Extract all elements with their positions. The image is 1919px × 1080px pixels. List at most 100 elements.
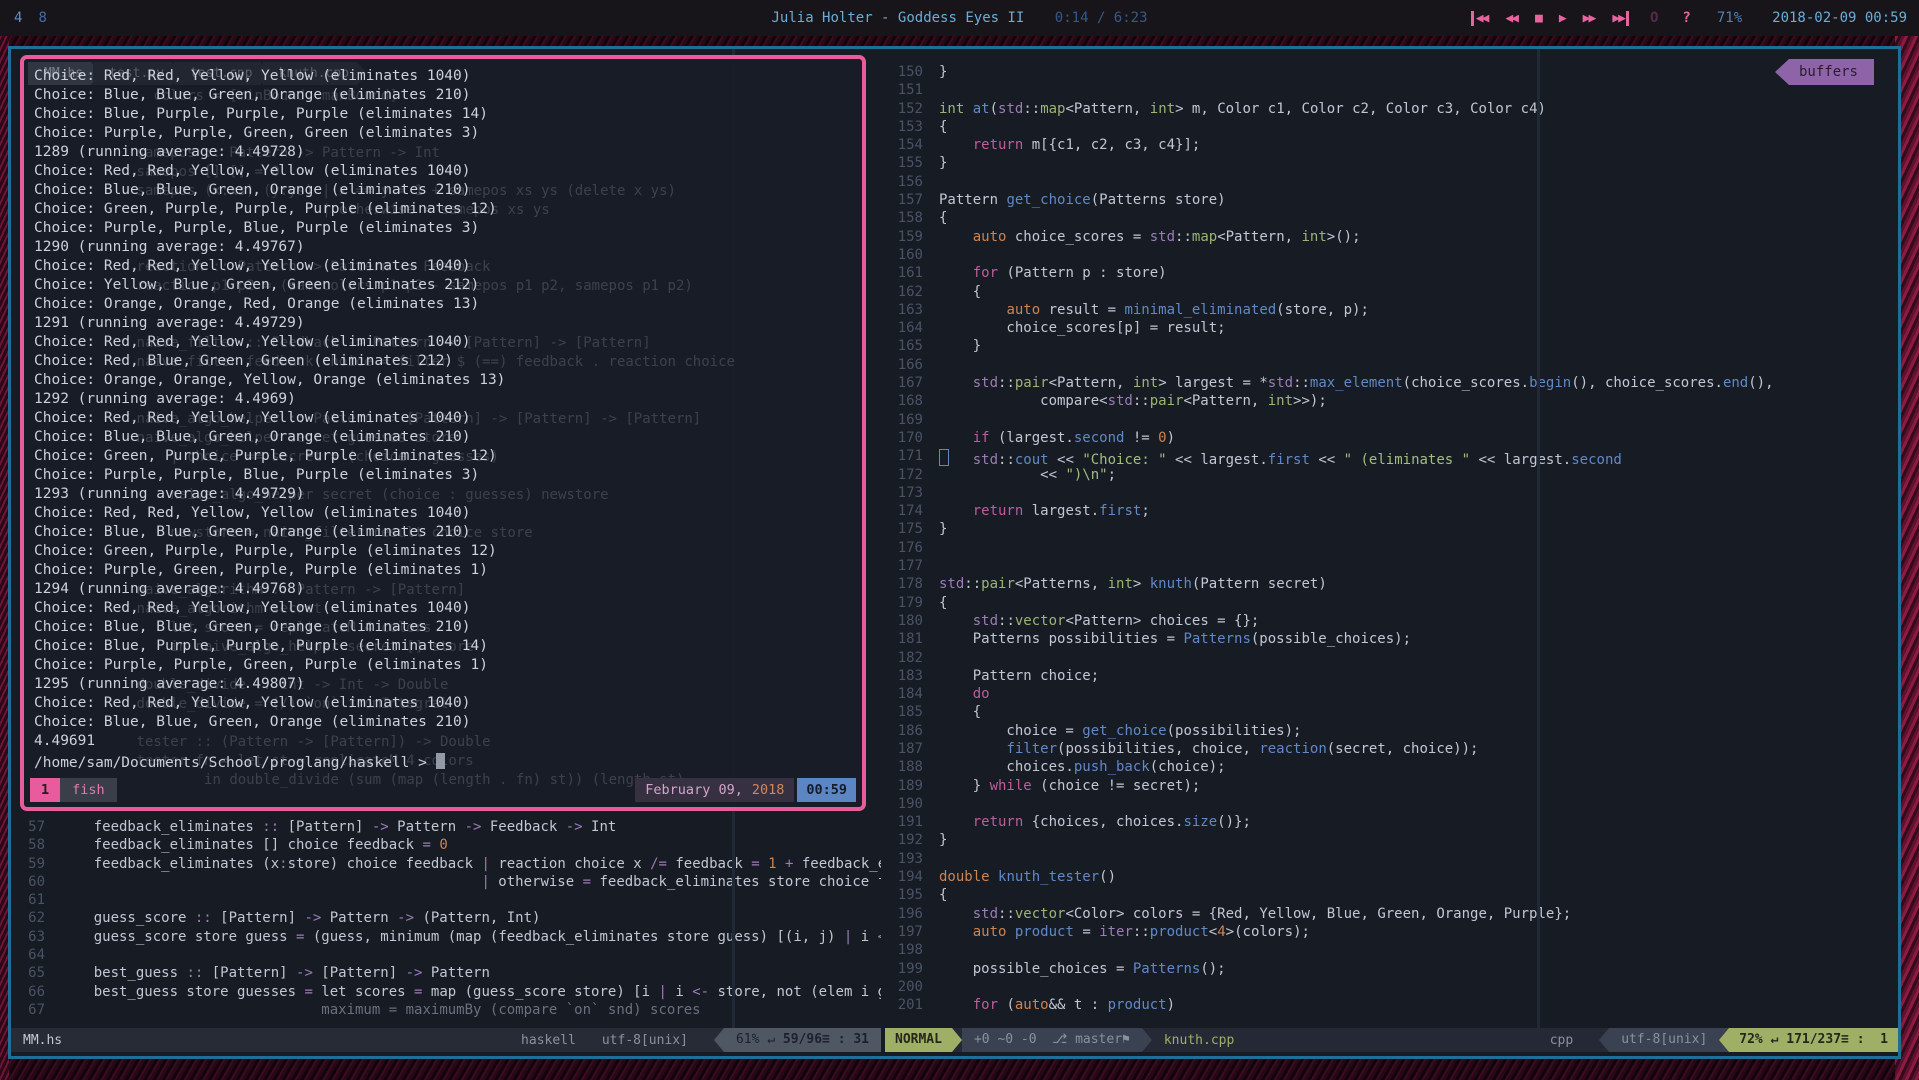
- vim-cursor: [939, 449, 949, 466]
- code-line-173: 173: [885, 484, 1898, 502]
- statusline-knuth-cpp: NORMAL +0 ~0 -0 ⎇ master⚑ knuth.cpp cpp …: [885, 1028, 1898, 1052]
- code-line-187: 187 filter(possibilities, choice, reacti…: [885, 740, 1898, 758]
- line-number: 181: [885, 630, 923, 648]
- terminal-line: Choice: Purple, Purple, Green, Purple (e…: [34, 656, 858, 675]
- line-number: 195: [885, 886, 923, 904]
- code-line-156: 156: [885, 173, 1898, 191]
- line-number: 166: [885, 356, 923, 374]
- workspace-8[interactable]: 8: [38, 10, 46, 26]
- line-number: 161: [885, 264, 923, 282]
- media-next-button[interactable]: ▶▶: [1612, 11, 1629, 26]
- code-line-191: 191 return {choices, choices.size()};: [885, 813, 1898, 831]
- statusline-encoding: utf-8[unix]: [1609, 1028, 1719, 1052]
- shell-prompt[interactable]: /home/sam/Documents/School/proglang/hask…: [34, 751, 858, 770]
- git-status: +0 ~0 -0 ⎇ master⚑: [962, 1028, 1142, 1052]
- line-number: 62: [11, 909, 45, 927]
- line-number: 193: [885, 850, 923, 868]
- code-line-154: 154 return m[{c1, c2, c3, c4}];: [885, 136, 1898, 154]
- workspace-4[interactable]: 4: [14, 10, 22, 26]
- repeat-indicator[interactable]: O: [1650, 10, 1658, 26]
- code-line-178: 178std::pair<Patterns, int> knuth(Patter…: [885, 575, 1898, 593]
- statusline-filetype: cpp: [1550, 1033, 1573, 1048]
- line-number: 165: [885, 337, 923, 355]
- code-line-199: 199 possible_choices = Patterns();: [885, 960, 1898, 978]
- code-line-182: 182: [885, 649, 1898, 667]
- terminal-window[interactable]: MM.hstest.pytest.cppknuth.cpp colors = […: [20, 55, 866, 811]
- terminal-line: Choice: Blue, Blue, Green, Orange (elimi…: [34, 618, 858, 637]
- line-number: 198: [885, 941, 923, 959]
- line-number: 191: [885, 813, 923, 831]
- line-number: 176: [885, 539, 923, 557]
- tmux-window-name[interactable]: fish: [60, 778, 117, 802]
- code-line-162: 162 {: [885, 283, 1898, 301]
- random-indicator[interactable]: ?: [1682, 10, 1690, 26]
- terminal-line: 1292 (running average: 4.4969): [34, 390, 858, 409]
- code-line-181: 181 Patterns possibilities = Patterns(po…: [885, 630, 1898, 648]
- code-line-150: 150}: [885, 63, 1898, 81]
- terminal-line: 1289 (running average: 4.49728): [34, 143, 858, 162]
- line-number: 159: [885, 228, 923, 246]
- line-number: 175: [885, 520, 923, 538]
- media-prev-button[interactable]: ◀◀: [1471, 11, 1488, 26]
- terminal-line: Choice: Blue, Blue, Green, Orange (elimi…: [34, 713, 858, 732]
- code-line-61: 61: [11, 891, 881, 909]
- line-number: 154: [885, 136, 923, 154]
- code-line-170: 170 if (largest.second != 0): [885, 429, 1898, 447]
- terminal-line: Choice: Blue, Blue, Green, Orange (elimi…: [34, 428, 858, 447]
- tmux-status-bar: 1 fish February 09, 2018 00:59: [30, 778, 856, 802]
- code-line-175: 175}: [885, 520, 1898, 538]
- line-number: 189: [885, 777, 923, 795]
- code-line-153: 153{: [885, 118, 1898, 136]
- line-number: 163: [885, 301, 923, 319]
- line-number: 60: [11, 873, 45, 891]
- media-forward-button[interactable]: ▶▶: [1583, 11, 1595, 26]
- pane-knuth-cpp[interactable]: 150}151152int at(std::map<Pattern, int> …: [885, 49, 1898, 1028]
- media-stop-button[interactable]: ■: [1535, 11, 1541, 26]
- terminal-line: Choice: Blue, Blue, Green, Orange (elimi…: [34, 86, 858, 105]
- terminal-line: Choice: Green, Purple, Purple, Purple (e…: [34, 542, 858, 561]
- statusline-filetype: haskell: [521, 1033, 576, 1048]
- line-number: 164: [885, 319, 923, 337]
- line-number: 156: [885, 173, 923, 191]
- code-line-192: 192}: [885, 831, 1898, 849]
- color-column: [1537, 49, 1540, 1028]
- line-number: 61: [11, 891, 45, 909]
- git-branch-icon: ⎇: [1052, 1032, 1067, 1047]
- code-line-161: 161 for (Pattern p : store): [885, 264, 1898, 282]
- terminal-line: Choice: Red, Red, Yellow, Yellow (elimin…: [34, 694, 858, 713]
- tmux-clock: 00:59: [797, 778, 856, 802]
- clock-datetime: 2018-02-09 00:59: [1772, 10, 1907, 26]
- line-number: 197: [885, 923, 923, 941]
- line-number: 185: [885, 703, 923, 721]
- line-number: 153: [885, 118, 923, 136]
- line-number: 179: [885, 594, 923, 612]
- terminal-line: Choice: Purple, Purple, Green, Green (el…: [34, 124, 858, 143]
- code-line-58: 58 feedback_eliminates [] choice feedbac…: [11, 836, 881, 854]
- line-number: 184: [885, 685, 923, 703]
- code-line-176: 176: [885, 539, 1898, 557]
- line-number: 188: [885, 758, 923, 776]
- line-number: 182: [885, 649, 923, 667]
- workspace-list: 48: [0, 10, 47, 26]
- code-line-200: 200: [885, 978, 1898, 996]
- line-number: 63: [11, 928, 45, 946]
- tmux-window-index[interactable]: 1: [30, 778, 60, 802]
- line-number: 192: [885, 831, 923, 849]
- code-line-65: 65 best_guess :: [Pattern] -> [Pattern] …: [11, 964, 881, 982]
- line-number: 151: [885, 81, 923, 99]
- line-number: 155: [885, 154, 923, 172]
- line-number: 57: [11, 818, 45, 836]
- code-line-57: 57 feedback_eliminates :: [Pattern] -> P…: [11, 818, 881, 836]
- code-line-158: 158{: [885, 209, 1898, 227]
- line-number: 201: [885, 996, 923, 1014]
- line-number: 66: [11, 983, 45, 1001]
- line-number: 170: [885, 429, 923, 447]
- terminal-line: Choice: Purple, Purple, Blue, Purple (el…: [34, 466, 858, 485]
- media-play-button[interactable]: ▶: [1559, 11, 1565, 26]
- line-number: 180: [885, 612, 923, 630]
- media-rewind-button[interactable]: ◀◀: [1505, 11, 1517, 26]
- line-number: 199: [885, 960, 923, 978]
- code-line-168: 168 compare<std::pair<Pattern, int>>);: [885, 392, 1898, 410]
- code-line-197: 197 auto product = iter::product<4>(colo…: [885, 923, 1898, 941]
- code-line-198: 198: [885, 941, 1898, 959]
